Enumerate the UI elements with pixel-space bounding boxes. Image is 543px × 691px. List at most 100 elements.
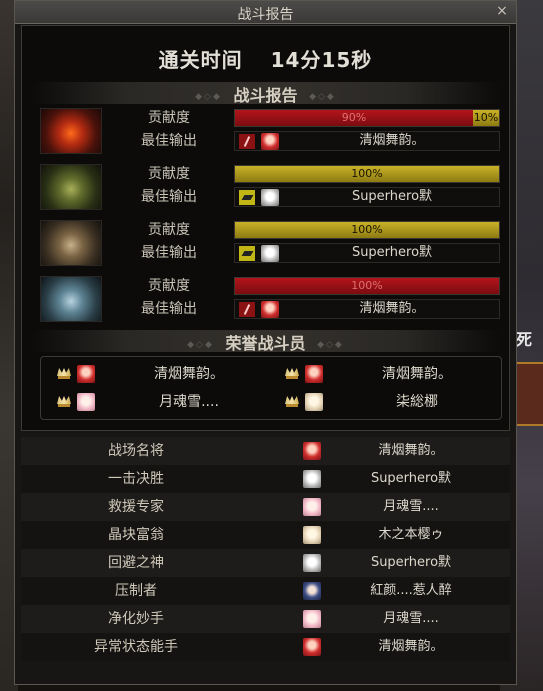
stat-player-name: 清烟舞韵。	[378, 443, 444, 458]
light-hair-face-icon	[305, 393, 323, 411]
stat-player-name: 紅颜....惹人醉	[370, 583, 452, 598]
white-hair-face-icon	[303, 554, 321, 572]
contribution-bar: 100%	[234, 277, 500, 295]
contribution-label: 贡献度	[148, 222, 190, 238]
stats-row[interactable]: 回避之神 Superhero默	[21, 549, 510, 577]
honor-cell[interactable]: 清烟舞韵。	[49, 363, 269, 385]
stat-title: 晶块富翁	[108, 527, 164, 543]
light-hair-face-icon	[303, 526, 321, 544]
stat-title: 回避之神	[108, 555, 164, 571]
red-hair-face-icon	[261, 301, 279, 318]
honor-name: 清烟舞韵。	[382, 366, 452, 382]
stat-title: 一击决胜	[108, 471, 164, 487]
stats-row[interactable]: 压制者 紅颜....惹人醉	[21, 577, 510, 605]
green-helmet-icon[interactable]	[40, 164, 102, 210]
title-bar[interactable]: 战斗报告 ×	[15, 1, 516, 24]
stat-player-name: 月魂雪....	[383, 611, 439, 626]
stat-player-name: 月魂雪....	[383, 499, 439, 514]
section-report-header: ◆◇◆ 战斗报告 ◆◇◆	[32, 82, 499, 105]
divider-ornament: ◆◇◆	[187, 339, 214, 350]
contribution-bar: 90% 10%	[234, 109, 500, 127]
honor-cell[interactable]: 清烟舞韵。	[277, 363, 497, 385]
honor-box: 清烟舞韵。 清烟舞韵。 月魂雪.... 柒総梛	[40, 356, 502, 420]
red-hair-face-icon	[305, 365, 323, 383]
stat-player-name: Superhero默	[370, 555, 452, 570]
stats-row[interactable]: 晶块富翁 木之本樱ゥ	[21, 521, 510, 549]
best-output-label: 最佳输出	[141, 189, 197, 205]
stat-player-name: Superhero默	[370, 471, 452, 486]
player-row: 贡献度最佳输出 90% 10% 清烟舞韵。	[40, 108, 500, 154]
best-output-field: 清烟舞韵。	[234, 131, 500, 151]
pink-hair-face-icon	[303, 498, 321, 516]
red-weapon-icon	[239, 134, 255, 149]
best-output-name: 清烟舞韵。	[359, 133, 425, 148]
report-panel: 通关时间 14分15秒 ◆◇◆ 战斗报告 ◆◇◆ 贡献度 最佳输出 90% 10% 清烟…	[21, 25, 510, 431]
white-hair-face-icon	[261, 245, 279, 262]
white-hair-face-icon	[261, 189, 279, 206]
stat-player-name: 清烟舞韵。	[378, 639, 444, 654]
honor-cell[interactable]: 月魂雪....	[49, 391, 269, 413]
red-hair-face-icon	[303, 638, 321, 656]
honor-cell[interactable]: 柒総梛	[277, 391, 497, 413]
contribution-label: 贡献度	[148, 278, 190, 294]
contribution-value: 10%	[473, 111, 499, 124]
contribution-segment: 90%	[235, 110, 473, 126]
clear-time-label: 通关时间	[158, 48, 243, 72]
best-output-field: Superhero默	[234, 243, 500, 263]
pink-hair-face-icon	[303, 610, 321, 628]
best-output-field: Superhero默	[234, 187, 500, 207]
best-output-name: 清烟舞韵。	[359, 301, 425, 316]
red-hair-face-icon	[77, 365, 95, 383]
red-hair-face-icon	[261, 133, 279, 150]
honor-name: 月魂雪....	[159, 394, 219, 410]
fire-helmet-icon[interactable]	[40, 108, 102, 154]
contribution-label: 贡献度	[148, 110, 190, 126]
honor-name: 柒総梛	[396, 394, 438, 410]
medal-icon	[57, 368, 71, 379]
medal-icon	[285, 396, 299, 407]
white-hair-face-icon	[303, 470, 321, 488]
stat-title: 战场名将	[108, 443, 164, 459]
best-output-name: Superhero默	[351, 189, 433, 204]
contribution-segment: 100%	[235, 222, 499, 238]
window-title: 战斗报告	[237, 7, 294, 23]
contribution-segment: 100%	[235, 278, 499, 294]
medal-icon	[285, 368, 299, 379]
red-weapon-icon	[239, 302, 255, 317]
pink-hair-face-icon	[77, 393, 95, 411]
bronze-helmet-icon[interactable]	[40, 220, 102, 266]
stats-row[interactable]: 异常状态能手 清烟舞韵。	[21, 633, 510, 661]
contribution-value: 90%	[341, 111, 367, 124]
red-hair-face-icon	[303, 442, 321, 460]
contribution-value: 100%	[351, 167, 383, 180]
contribution-bar: 100%	[234, 165, 500, 183]
contribution-segment: 10%	[473, 110, 499, 126]
contribution-bar: 100%	[234, 221, 500, 239]
stat-title: 压制者	[115, 583, 157, 599]
section-report-title: 战斗报告	[233, 86, 298, 105]
contribution-value: 100%	[351, 279, 383, 292]
best-output-label: 最佳输出	[141, 301, 197, 317]
blue-hair-face-icon	[303, 582, 321, 600]
clear-time: 通关时间 14分15秒	[22, 44, 509, 73]
divider-ornament: ◆◇◆	[195, 91, 222, 102]
ice-helmet-icon[interactable]	[40, 276, 102, 322]
stat-player-name: 木之本樱ゥ	[378, 527, 444, 542]
clear-time-value: 14分15秒	[270, 48, 373, 72]
contribution-value: 100%	[351, 223, 383, 236]
stats-row[interactable]: 一击决胜 Superhero默	[21, 465, 510, 493]
best-output-field: 清烟舞韵。	[234, 299, 500, 319]
battle-report-window: 战斗报告 × 通关时间 14分15秒 ◆◇◆ 战斗报告 ◆◇◆ 贡献度 最佳输出 9…	[14, 0, 517, 685]
section-honor-title: 荣誉战斗员	[225, 334, 306, 353]
stat-title: 救援专家	[108, 499, 164, 515]
stats-row[interactable]: 净化妙手 月魂雪....	[21, 605, 510, 633]
contribution-segment: 100%	[235, 166, 499, 182]
best-output-label: 最佳输出	[141, 133, 197, 149]
player-row: 贡献度 最佳输出 100% Superhero默	[40, 164, 500, 210]
close-button[interactable]: ×	[494, 3, 510, 19]
player-row: 贡献度 最佳输出 100% Superhero默	[40, 220, 500, 266]
yellow-weapon-icon	[239, 246, 255, 261]
stats-row[interactable]: 战场名将 清烟舞韵。	[21, 437, 510, 465]
stats-row[interactable]: 救援专家 月魂雪....	[21, 493, 510, 521]
divider-ornament: ◆◇◆	[309, 91, 336, 102]
